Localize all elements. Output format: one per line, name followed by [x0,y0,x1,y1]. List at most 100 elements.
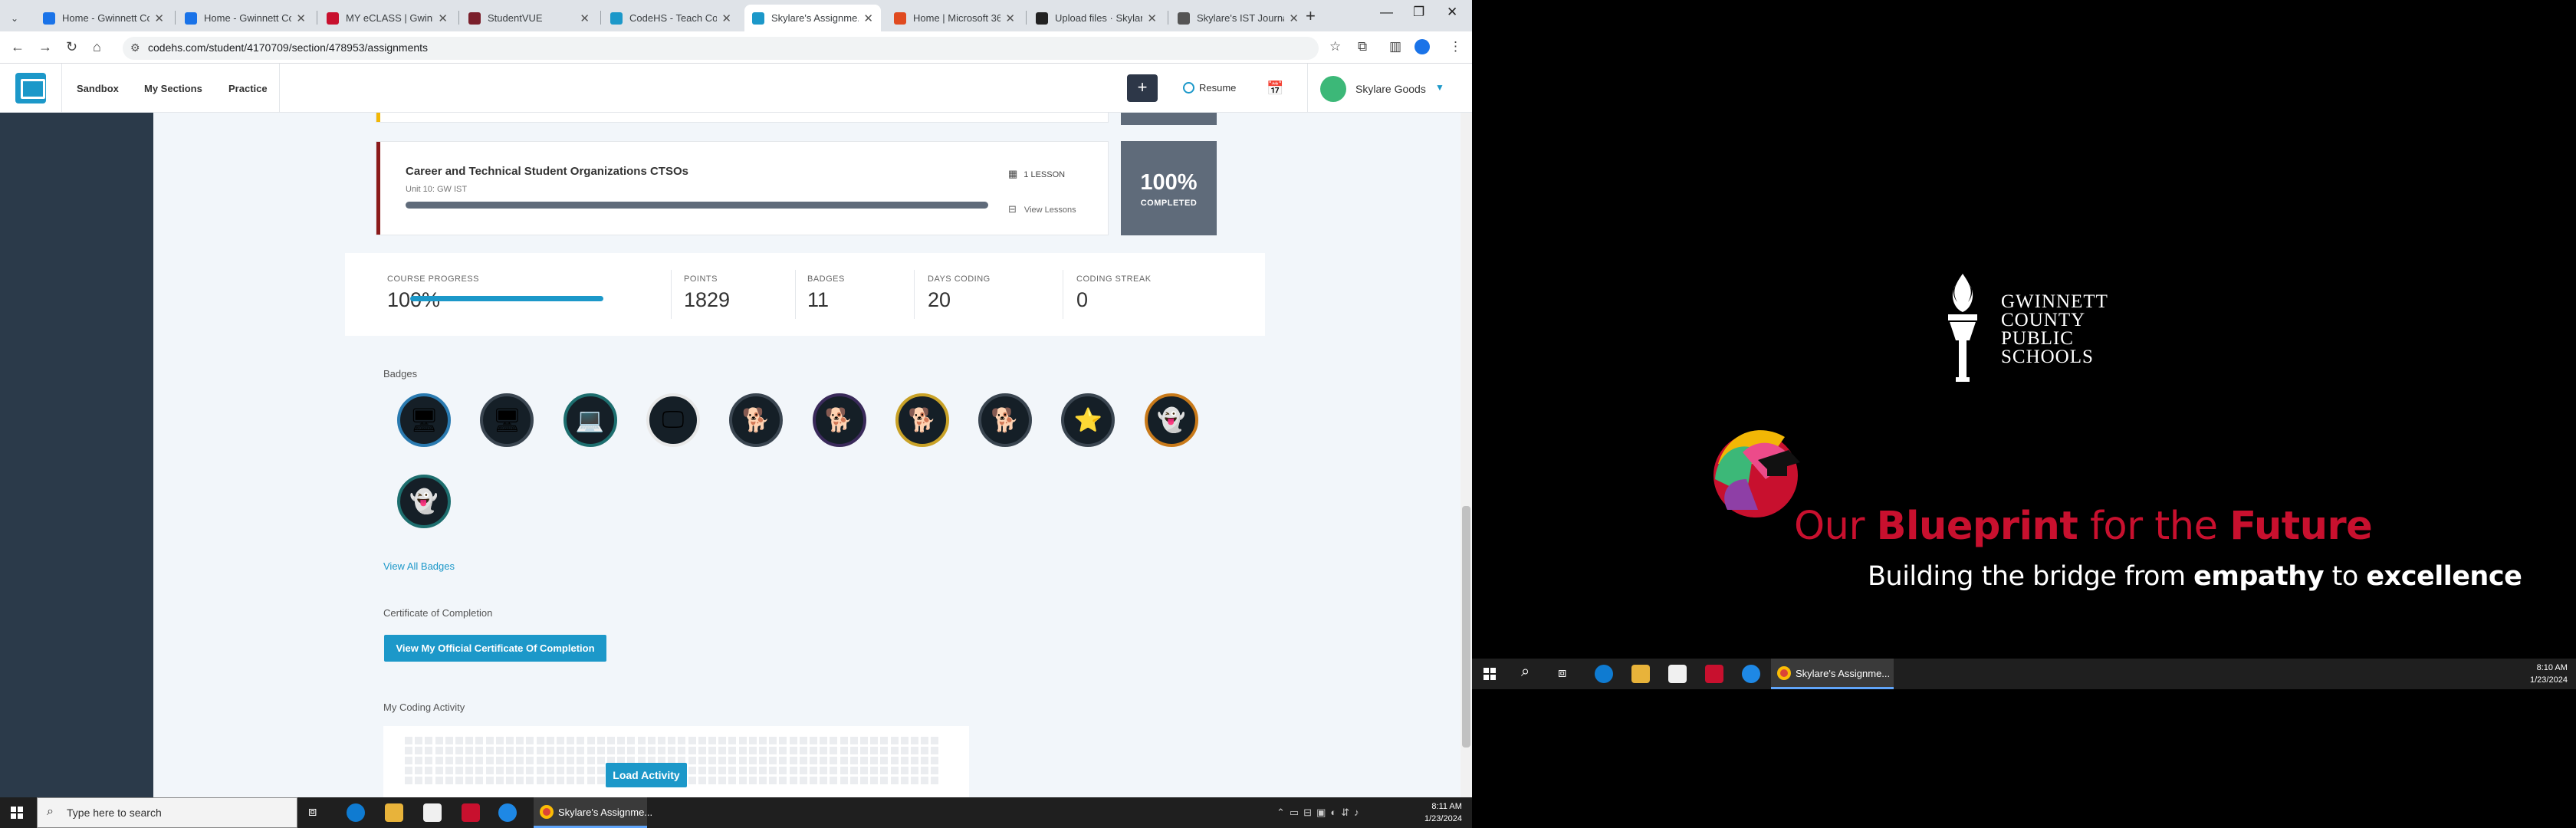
terminal-icon[interactable]: 💻 [563,393,617,447]
browser-tab[interactable]: Home - Gwinnett Co... ✕ [35,5,172,31]
tab-search-dropdown[interactable]: ⌄ [3,5,32,31]
tab-close-icon[interactable]: ✕ [154,12,164,25]
nav-practice[interactable]: Practice [228,83,268,94]
tab-close-icon[interactable]: ✕ [721,12,731,25]
activity-cell [921,757,929,764]
load-activity-button[interactable]: Load Activity [606,763,687,787]
store-icon[interactable] [1668,665,1687,683]
tab-close-icon[interactable]: ✕ [438,12,448,25]
karel-dog-red-icon[interactable]: 🐕 [978,393,1033,447]
side-panel-icon[interactable]: ▥ [1389,39,1401,54]
nav-sandbox[interactable]: Sandbox [77,83,119,94]
ghost-orange-icon[interactable]: 👻 [1144,393,1198,447]
unit-card[interactable]: Career and Technical Student Organizatio… [376,141,1109,235]
back-icon[interactable]: ← [11,39,25,55]
unit-completed-label: COMPLETED [1140,199,1198,208]
edge-icon[interactable] [1595,665,1613,683]
minimize-icon[interactable]: — [1380,5,1393,20]
tab-close-icon[interactable]: ✕ [1147,12,1157,25]
browser-tab[interactable]: MY eCLASS | Gwinn... ✕ [319,5,455,31]
browser-tab[interactable]: Skylare's IST Journal ✕ [1170,5,1306,31]
file-explorer-icon[interactable] [385,803,403,822]
app-icon[interactable] [1705,665,1723,683]
store-icon[interactable] [423,803,442,822]
unit-title[interactable]: Career and Technical Student Organizatio… [406,165,688,178]
browser-tab[interactable]: StudentVUE ✕ [461,5,597,31]
taskbar-chrome-button[interactable]: Skylare's Assignme... [534,797,652,828]
activity-cell [627,737,636,744]
list-icon: ⊟ [1008,203,1017,215]
windows-start-icon[interactable] [11,807,23,819]
karel-dog-star-icon[interactable]: ⭐ [1061,393,1116,447]
bookmark-star-icon[interactable]: ☆ [1329,39,1341,54]
forward-icon[interactable]: → [38,39,52,55]
edge-icon[interactable] [347,803,365,822]
activity-cell [820,737,828,744]
search-icon[interactable]: ⌕ [1521,663,1539,682]
create-plus-button[interactable]: + [1127,74,1158,102]
home-icon[interactable]: ⌂ [93,39,101,55]
browser-tab[interactable]: Home - Gwinnett Co... ✕ [177,5,314,31]
taskbar-clock[interactable]: 8:10 AM 1/23/2024 [2530,662,2568,686]
view-certificate-button[interactable]: View My Official Certificate Of Completi… [384,635,606,662]
monitor-blue-icon[interactable]: 🖥 [397,393,451,447]
tab-close-icon[interactable]: ✕ [296,12,306,25]
site-info-icon[interactable]: ⚙ [130,41,140,54]
scrollbar-thumb[interactable] [1462,506,1470,748]
ghost-teal-icon[interactable]: 👻 [397,475,451,528]
tab-close-icon[interactable]: ✕ [580,12,590,25]
tab-close-icon[interactable]: ✕ [863,12,873,25]
taskbar-search[interactable]: ⌕ Type here to search [37,797,297,828]
url-field[interactable]: ⚙ codehs.com/student/4170709/section/478… [123,37,1319,60]
activity-cell [678,737,686,744]
file-explorer-icon[interactable] [1631,665,1650,683]
chrome-menu-icon[interactable]: ⋮ [1449,39,1462,54]
activity-cell [567,777,575,784]
maximize-icon[interactable]: ❐ [1413,5,1424,20]
browser-tab[interactable]: Upload files · Skylar... ✕ [1028,5,1165,31]
task-view-icon[interactable]: ⧈ [1558,665,1576,683]
karel-dog-purple-icon[interactable]: 🐕 [812,393,866,447]
new-tab-icon[interactable]: + [1306,6,1316,26]
activity-cell [810,737,817,744]
taskbar-clock[interactable]: 8:11 AM 1/23/2024 [1424,800,1462,825]
browser-tab[interactable]: Home | Microsoft 36... ✕ [886,5,1023,31]
stat-label: CODING STREAK [1076,274,1152,284]
activity-cell [728,767,737,774]
divider [279,64,280,113]
karel-dog-gold-icon[interactable]: 🐕 [895,393,949,447]
activity-cell [577,747,585,754]
activity-cell [405,757,412,764]
view-lessons-link[interactable]: ⊟ View Lessons [1008,203,1076,215]
task-view-icon[interactable]: ⧈ [308,803,327,822]
karel-dog-pink-icon[interactable]: 🐕 [729,393,784,447]
profile-icon[interactable] [1414,39,1430,54]
course-progress-bar [410,296,603,301]
activity-cell [880,777,889,784]
activity-cell [840,747,848,754]
close-window-icon[interactable]: ✕ [1447,5,1457,20]
tab-close-icon[interactable]: ✕ [1289,12,1299,25]
internet-explorer-icon[interactable] [1742,665,1760,683]
system-tray[interactable]: ⌃▭⊟▣◐⇵♪ [1276,807,1364,819]
calendar-icon[interactable]: 📅 [1267,80,1283,97]
resume-button[interactable]: Resume [1183,82,1236,94]
internet-explorer-icon[interactable] [498,803,517,822]
activity-cell [799,757,807,764]
app-icon[interactable] [462,803,480,822]
gcps-line: GWINNETT [2001,291,2108,312]
taskbar-chrome-button[interactable]: Skylare's Assignme... [1771,659,1894,689]
browser-tab[interactable]: Skylare's Assignme... ✕ [744,5,881,31]
activity-cell [860,757,868,764]
activity-cell [900,767,909,774]
windows-start-icon[interactable] [1484,668,1496,680]
tab-close-icon[interactable]: ✕ [1005,12,1015,25]
reload-icon[interactable]: ↻ [66,39,77,55]
monitor-orange-icon[interactable]: 🖥 [480,393,534,447]
screen-white-icon[interactable]: 🖵 [646,393,700,447]
browser-tab[interactable]: CodeHS - Teach Codi...✕ [603,5,739,31]
codehs-logo[interactable] [15,73,46,104]
view-all-badges-link[interactable]: View All Badges [383,560,455,572]
extensions-icon[interactable]: ⧉ [1358,39,1367,54]
nav-my-sections[interactable]: My Sections [144,83,202,94]
